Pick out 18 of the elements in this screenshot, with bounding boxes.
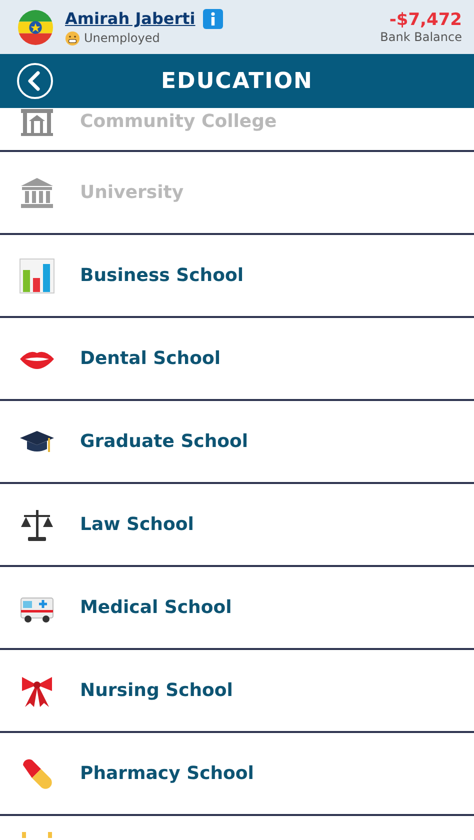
page-title: EDUCATION	[161, 68, 313, 94]
profile-name-link[interactable]: Amirah Jaberti	[65, 9, 196, 28]
building-icon	[19, 108, 55, 139]
education-item[interactable]: Graduate School	[0, 401, 474, 484]
bank-balance-label: Bank Balance	[380, 30, 462, 44]
education-item[interactable]: Business School	[0, 235, 474, 318]
bank-balance: -$7,472	[389, 10, 462, 30]
job-status: Unemployed	[84, 31, 160, 45]
flag-icon	[18, 10, 53, 44]
info-icon[interactable]	[203, 8, 224, 28]
back-button[interactable]	[16, 62, 54, 100]
chart-icon	[19, 258, 55, 294]
education-item[interactable]: Pharmacy School	[0, 733, 474, 816]
smiley-icon	[65, 30, 80, 46]
education-item[interactable]: Nursing School	[0, 650, 474, 733]
education-item[interactable]: Medical School	[0, 567, 474, 650]
education-item[interactable]: Law School	[0, 484, 474, 567]
education-item[interactable]: Dental School	[0, 318, 474, 401]
